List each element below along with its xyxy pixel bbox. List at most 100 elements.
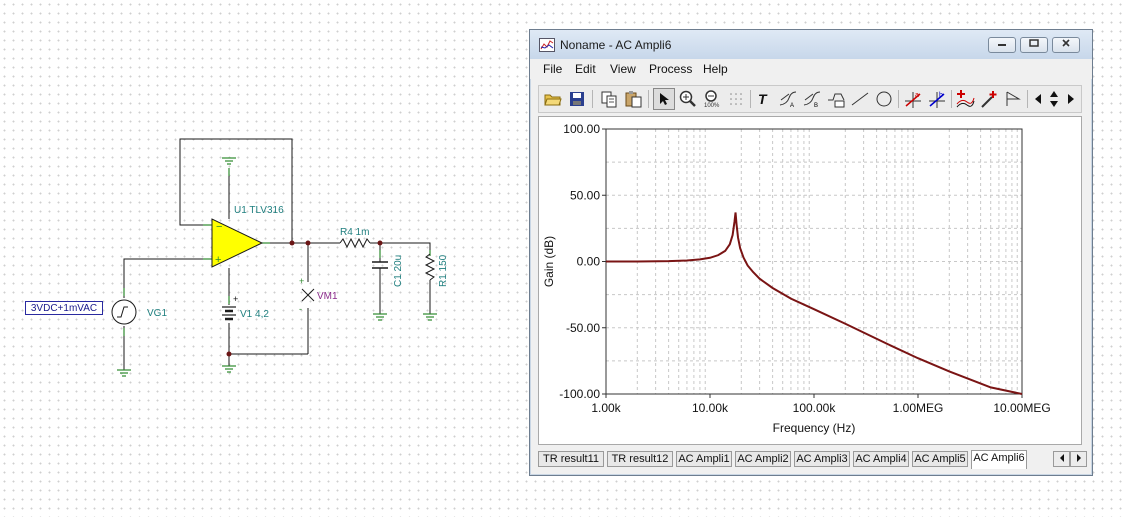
menu-edit[interactable]: Edit	[575, 62, 596, 76]
tab-ac-ampli6[interactable]: AC Ampli6	[971, 450, 1027, 469]
maximize-button[interactable]	[1020, 37, 1048, 53]
scroll-left-button[interactable]	[1030, 88, 1046, 110]
tab-scroll-right[interactable]	[1070, 451, 1087, 467]
toolbar: 100% T A B a b	[538, 85, 1082, 113]
color-pick-icon	[981, 91, 997, 108]
minimize-icon	[998, 44, 1006, 46]
paste-icon	[625, 91, 642, 108]
tab-scroll-left[interactable]	[1053, 451, 1070, 467]
grid-icon	[730, 93, 742, 105]
x-tick-label: 1.00k	[591, 401, 621, 415]
cursor-a-icon: a	[905, 92, 921, 108]
open-folder-icon	[544, 94, 562, 106]
tab-ac-ampli3[interactable]: AC Ampli3	[794, 451, 850, 467]
vm-minus: -	[299, 304, 302, 314]
app-chart-icon	[539, 38, 555, 52]
cursor-b-icon: b	[929, 92, 945, 108]
input-wire[interactable]	[123, 258, 216, 298]
svg-text:a: a	[915, 92, 919, 99]
line-icon	[851, 92, 869, 106]
copy-button[interactable]	[598, 88, 620, 110]
bode-chart[interactable]: 100.00 50.00 0.00 -50.00 -100.00 1.00k 10.00k…	[539, 117, 1081, 444]
tab-tr-result11[interactable]: TR result11	[538, 451, 604, 467]
add-curve-button[interactable]	[954, 88, 976, 110]
zoom-in-button[interactable]	[677, 88, 699, 110]
ac-source-icon[interactable]	[111, 299, 137, 325]
arrow-right-icon	[1068, 94, 1074, 104]
menu-help[interactable]: Help	[703, 62, 728, 76]
color-pick-button[interactable]	[978, 88, 1000, 110]
svg-text:−: −	[216, 221, 222, 233]
line-button[interactable]	[849, 88, 871, 110]
text-icon: T	[758, 91, 768, 107]
cursor-b-button[interactable]: b	[926, 88, 948, 110]
menu-file[interactable]: File	[543, 62, 562, 76]
text-button[interactable]: T	[753, 88, 775, 110]
y-tick-label: 0.00	[577, 255, 601, 269]
minimize-button[interactable]	[988, 37, 1016, 53]
open-button[interactable]	[542, 88, 564, 110]
save-icon	[570, 92, 584, 106]
ground-symbols	[117, 157, 437, 377]
copy-icon	[601, 91, 617, 108]
circle-button[interactable]	[873, 88, 895, 110]
marker-button[interactable]	[1002, 88, 1024, 110]
grid-button[interactable]	[725, 88, 747, 110]
marker-icon	[1006, 91, 1021, 106]
x-tick-label: 1.00MEG	[893, 401, 944, 415]
curve-label2-button[interactable]: B	[801, 88, 823, 110]
c1-label: C1 20u	[393, 255, 404, 287]
capacitor-c1-icon[interactable]	[372, 261, 388, 269]
x-tick-label: 10.00MEG	[993, 401, 1050, 415]
scroll-updown-button[interactable]	[1046, 88, 1062, 110]
svg-text:A: A	[790, 103, 794, 108]
resistor-r4-icon[interactable]	[339, 237, 371, 249]
battery-label: V1 4,2	[240, 309, 269, 320]
scroll-right-button[interactable]	[1063, 88, 1079, 110]
voltmeter-icon[interactable]	[301, 288, 315, 302]
zoom-out-button[interactable]: 100%	[701, 88, 723, 110]
pointer-button[interactable]	[653, 88, 675, 110]
curve-label-button[interactable]: A	[777, 88, 799, 110]
opamp-label: U1 TLV316	[234, 205, 284, 216]
title-bar[interactable]: Noname - AC Ampli6	[530, 30, 1092, 60]
tab-tr-result12[interactable]: TR result12	[607, 451, 673, 467]
analysis-window: Noname - AC Ampli6 File Edit View Proces…	[529, 29, 1093, 476]
y-axis-label: Gain (dB)	[542, 236, 556, 287]
paste-button[interactable]	[622, 88, 644, 110]
x-tick-label: 100.00k	[793, 401, 837, 415]
pointer-icon	[660, 93, 669, 105]
feedback-wire[interactable]	[179, 138, 293, 243]
tab-left-icon	[1059, 454, 1064, 462]
tab-ac-ampli1[interactable]: AC Ampli1	[676, 451, 732, 467]
close-button[interactable]	[1052, 37, 1080, 53]
y-tick-label: -50.00	[566, 321, 600, 335]
plot-area[interactable]: 100.00 50.00 0.00 -50.00 -100.00 1.00k 10.00k…	[538, 116, 1082, 445]
arrow-left-icon	[1035, 94, 1041, 104]
svg-text:B: B	[814, 103, 818, 108]
tab-ac-ampli4[interactable]: AC Ampli4	[853, 451, 909, 467]
tab-right-icon	[1076, 454, 1081, 462]
circle-icon	[876, 91, 892, 107]
source-name-label: VG1	[147, 308, 167, 319]
x-axis-label: Frequency (Hz)	[773, 421, 856, 435]
vm-plus: +	[299, 276, 304, 286]
svg-text:T: T	[758, 91, 768, 107]
menu-view[interactable]: View	[610, 62, 636, 76]
zoom-out-icon: 100%	[704, 90, 720, 108]
menu-process[interactable]: Process	[649, 62, 692, 76]
curve-label2-icon: B	[803, 91, 821, 108]
resistor-r1-icon[interactable]	[424, 253, 436, 281]
source-value-label[interactable]: 3VDC+1mVAC	[25, 301, 103, 315]
svg-text:+: +	[215, 254, 221, 266]
cursor-a-button[interactable]: a	[902, 88, 924, 110]
tab-ac-ampli5[interactable]: AC Ampli5	[912, 451, 968, 467]
svg-text:b: b	[939, 92, 943, 99]
curve-label-icon: A	[779, 91, 797, 108]
battery-icon[interactable]	[222, 306, 236, 321]
y-tick-label: 100.00	[563, 122, 600, 136]
curve-label3-button[interactable]	[825, 88, 847, 110]
tab-ac-ampli2[interactable]: AC Ampli2	[735, 451, 791, 467]
r1-label: R1 150	[438, 254, 449, 287]
save-button[interactable]	[566, 88, 588, 110]
